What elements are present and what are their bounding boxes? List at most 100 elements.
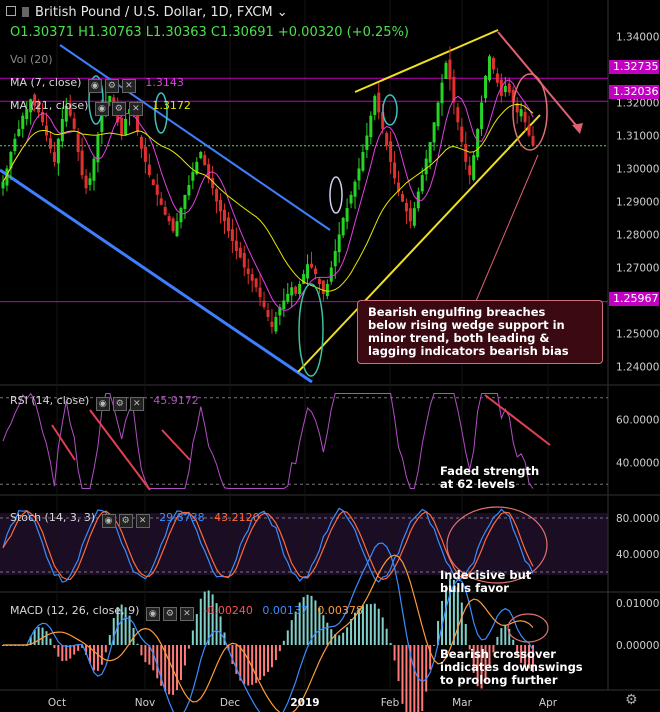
candle-body [290,287,294,296]
macd-histogram-bar [350,619,353,645]
candle-body [151,179,155,185]
candle-body [444,62,448,79]
macd-histogram-bar [500,628,503,645]
chevron-down-icon[interactable]: ⌄ [277,5,288,20]
candle-body [84,175,88,189]
candle-body [76,133,80,152]
candle-body [1,181,5,189]
macd-histogram-bar [381,617,384,645]
ma7-label: MA (7, close) ◉ ⚙ ✕ 1.3143 [10,76,184,93]
gear-icon[interactable]: ⚙ [162,607,177,621]
eye-icon[interactable]: ◉ [145,607,160,621]
time-tick-label: 2019 [290,697,319,709]
candle-body [523,111,527,123]
candle-body [234,240,238,251]
macd-histogram-bar [397,645,400,682]
macd-histogram-bar [247,645,250,686]
macd-histogram-bar [346,627,349,645]
eye-icon[interactable]: ◉ [94,102,109,116]
candle-body [310,263,314,268]
macd-histogram-bar [77,645,80,651]
macd-histogram-bar [183,645,186,666]
candle-body [357,168,361,181]
eye-icon[interactable]: ◉ [95,397,110,411]
candle-body [187,185,191,196]
price-tick-label: 1.24000 [616,362,659,374]
price-tick-label: 1.27000 [616,263,659,275]
candle-body [404,202,408,212]
candle-body [215,189,219,202]
volume-label: Vol (20) [10,53,53,66]
macd-histogram-bar [338,635,341,645]
macd-histogram-bar [267,645,269,672]
close-icon[interactable]: ✕ [128,102,143,116]
collapse-icon[interactable] [6,6,16,16]
candle-body [203,155,207,166]
macd-histogram-bar [96,645,99,671]
macd-histogram-bar [274,645,277,661]
price-tick-label: 1.34000 [616,32,659,44]
gear-icon[interactable]: ⚙ [118,514,133,528]
candle-body [420,175,424,192]
macd-histogram-bar [401,645,404,704]
macd-histogram-bar [278,645,281,652]
candle-body [408,208,412,222]
analysis-callout: Bearish engulfing breaches below rising … [357,300,603,364]
candle-body [191,171,195,181]
price-tag-3: 1.25967 [609,292,659,306]
candle-body [207,164,211,179]
macd-histogram-bar [393,645,396,661]
callout-line: lagging indicators bearish bias [368,344,569,358]
macd-histogram-bar [144,645,147,663]
candle-body [345,208,349,222]
candle-body [230,229,234,242]
rsi-tick-label: 60.0000 [616,414,659,426]
candle-body [341,218,345,236]
macd-histogram-bar [65,645,68,661]
gear-icon[interactable]: ⚙ [111,102,126,116]
gear-icon[interactable]: ⚙ [104,79,119,93]
time-tick-label: Oct [48,697,66,709]
candle-body [365,135,369,150]
macd-histogram-bar [342,632,345,645]
eye-icon[interactable]: ◉ [87,79,102,93]
macd-histogram-bar [365,604,368,645]
candle-body [219,199,223,212]
macd-histogram-bar [176,645,179,691]
candle-body [120,117,124,136]
stoch-tick-label: 40.0000 [616,549,659,561]
candle-body [329,267,333,282]
macd-label: MACD (12, 26, close, 9) ◉ ⚙ ✕ -0.00240 0.0… [10,604,363,621]
macd-histogram-bar [104,645,107,653]
close-icon[interactable]: ✕ [121,79,136,93]
candle-body [393,162,397,179]
gear-icon[interactable]: ⚙ [112,397,127,411]
macd-histogram-bar [330,629,333,645]
candle-body [254,278,258,288]
rsi-label: RSI (14, close) ◉ ⚙ ✕ 45.9172 [10,394,199,411]
close-icon[interactable]: ✕ [179,607,194,621]
candle-body [313,268,317,275]
macd-histogram-bar [45,631,48,645]
candle-body [321,280,325,294]
macd-histogram-bar [187,645,190,649]
macd-histogram-bar [37,627,40,645]
candle-body [270,321,274,327]
settings-gear-icon[interactable]: ⚙ [625,692,638,708]
eye-icon[interactable]: ◉ [101,514,116,528]
close-icon[interactable]: ✕ [135,514,150,528]
candle-body [282,300,286,310]
macd-tick-label: 0.01000 [616,598,659,610]
candle-body [155,184,159,195]
candle-body [337,234,341,253]
macd-histogram-bar [464,624,467,645]
macd-histogram-bar [286,630,289,645]
close-icon[interactable]: ✕ [129,397,144,411]
macd-histogram-bar [108,635,111,645]
time-tick-label: Feb [381,697,400,709]
candle-body [531,135,535,146]
candle-body [424,158,428,175]
candle-body [21,115,25,129]
candle-body [274,317,278,332]
ohlc-readout: O1.30371 H1.30763 L1.30363 C1.30691 +0.0… [10,25,410,40]
